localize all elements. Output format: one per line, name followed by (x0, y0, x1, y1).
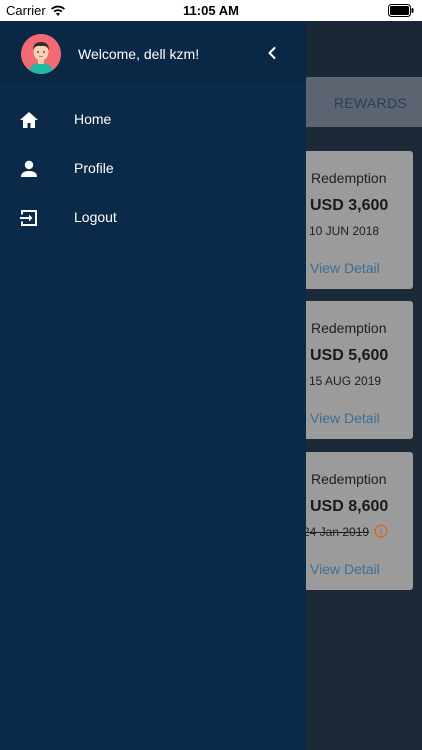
menu-item-label: Logout (74, 209, 117, 225)
card-type: Redemption (311, 320, 387, 336)
battery-icon (388, 4, 414, 17)
menu-item-label: Home (74, 111, 112, 127)
welcome-text: Welcome, dell kzm! (78, 46, 200, 62)
info-icon[interactable] (374, 524, 388, 538)
redemption-card[interactable]: Redemption USD 5,600 15 AUG 2019 View De… (290, 301, 413, 439)
close-drawer-button[interactable] (262, 43, 282, 63)
home-icon (20, 112, 38, 128)
card-type: Redemption (311, 471, 387, 487)
card-date: 24 Jan 2019 (303, 525, 370, 539)
card-amount: USD 8,600 (310, 498, 389, 515)
card-amount: USD 5,600 (310, 347, 389, 364)
chevron-left-icon (268, 47, 276, 59)
view-detail-link[interactable]: View Detail (310, 260, 380, 276)
card-date: 10 JUN 2018 (309, 224, 380, 238)
avatar (21, 34, 61, 74)
person-icon (21, 160, 37, 177)
menu-item-profile[interactable]: Profile (0, 147, 306, 191)
view-detail-link[interactable]: View Detail (310, 561, 380, 577)
drawer-header: Welcome, dell kzm! (0, 21, 306, 85)
card-amount: USD 3,600 (310, 197, 389, 214)
redemption-card[interactable]: Redemption USD 3,600 10 JUN 2018 View De… (290, 151, 413, 289)
avatar-icon (21, 34, 61, 74)
menu-item-label: Profile (74, 160, 114, 176)
view-detail-link[interactable]: View Detail (310, 410, 380, 426)
card-date: 15 AUG 2019 (309, 374, 382, 388)
status-bar: Carrier 11:05 AM (0, 0, 422, 21)
menu-item-home[interactable]: Home (0, 98, 306, 142)
menu-item-logout[interactable]: Logout (0, 196, 306, 240)
navigation-drawer: Welcome, dell kzm! Home Profile Logout (0, 21, 306, 750)
status-time: 11:05 AM (183, 3, 239, 18)
card-type: Redemption (311, 170, 387, 186)
tab-rewards[interactable]: REWARDS (334, 95, 407, 111)
logout-icon (20, 210, 37, 226)
redemption-card[interactable]: Redemption USD 8,600 24 Jan 2019 View De… (290, 452, 413, 590)
